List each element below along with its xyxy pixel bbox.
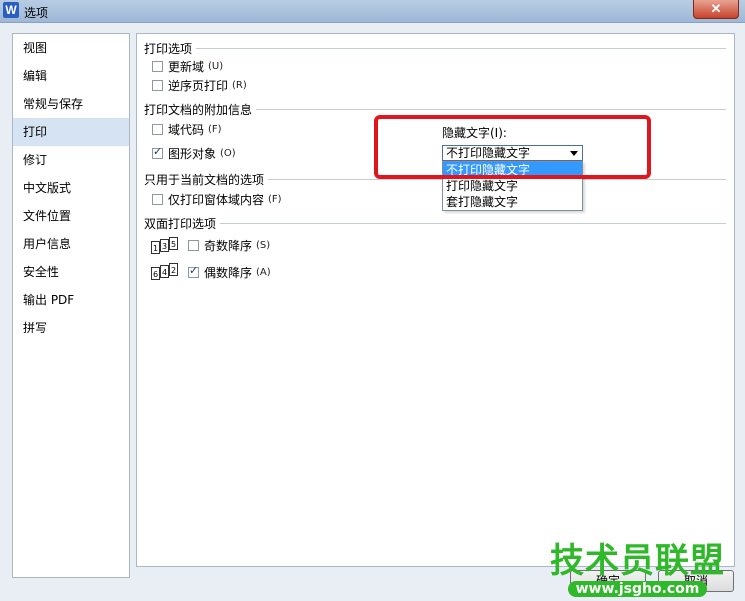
odd-reverse-hotkey: (S) — [256, 239, 271, 251]
group-divider — [144, 48, 726, 49]
even-pages-icon: 6 4 2 — [151, 263, 181, 281]
red-highlight-annotation — [374, 115, 651, 179]
extra-info-heading: 打印文档的附加信息 — [144, 101, 257, 118]
dropdown-option[interactable]: 打印隐藏文字 — [443, 178, 582, 194]
watermark-url: www.jsgho.com — [567, 581, 708, 597]
form-data-only-hotkey: (F) — [268, 193, 282, 205]
odd-reverse-label: 奇数降序 — [204, 238, 253, 253]
even-reverse-checkbox[interactable] — [188, 264, 199, 278]
window-title: 选项 — [24, 6, 49, 20]
odd-reverse-option[interactable]: 奇数降序 (S) — [188, 237, 270, 253]
update-fields-option[interactable]: 更新域 (U) — [152, 58, 223, 74]
nav-item-security[interactable]: 安全性 — [13, 258, 129, 286]
nav-item-export-pdf[interactable]: 输出 PDF — [13, 286, 129, 314]
form-data-only-checkbox[interactable] — [152, 193, 163, 205]
even-reverse-label: 偶数降序 — [204, 265, 253, 280]
odd-pages-icon: 1 3 5 — [151, 237, 181, 255]
field-codes-option[interactable]: 域代码 (F) — [152, 121, 222, 137]
nav-item-edit[interactable]: 编辑 — [13, 62, 129, 90]
drawing-objects-option[interactable]: 图形对象 (O) — [152, 145, 236, 161]
form-data-only-label: 仅打印窗体域内容 — [168, 192, 265, 207]
form-data-only-option[interactable]: 仅打印窗体域内容 (F) — [152, 191, 282, 207]
site-watermark-logo: 技术员联盟 www.jsgho.com — [550, 533, 725, 597]
current-doc-heading: 只用于当前文档的选项 — [144, 171, 269, 188]
field-codes-label: 域代码 — [168, 122, 205, 137]
group-divider — [144, 223, 726, 224]
even-reverse-hotkey: (A) — [256, 266, 271, 278]
update-fields-hotkey: (U) — [208, 60, 224, 72]
options-category-list: 视图 编辑 常规与保存 打印 修订 中文版式 文件位置 用户信息 安全性 输出 … — [12, 33, 130, 578]
nav-item-chinese-layout[interactable]: 中文版式 — [13, 174, 129, 202]
drawing-objects-checkbox[interactable] — [152, 145, 163, 159]
drawing-objects-hotkey: (O) — [220, 147, 236, 159]
drawing-objects-label: 图形对象 — [168, 146, 217, 161]
field-codes-hotkey: (F) — [208, 123, 222, 135]
nav-item-view[interactable]: 视图 — [13, 34, 129, 62]
update-fields-checkbox[interactable] — [152, 60, 163, 72]
reverse-order-checkbox[interactable] — [152, 79, 163, 91]
field-codes-checkbox[interactable] — [152, 123, 163, 135]
nav-item-user-info[interactable]: 用户信息 — [13, 230, 129, 258]
update-fields-label: 更新域 — [168, 59, 205, 74]
print-settings-panel: 打印选项 更新域 (U) 逆序页打印 (R) 打印文档的附加信息 域代码 (F)… — [136, 33, 735, 567]
nav-item-spelling[interactable]: 拼写 — [13, 314, 129, 342]
watermark-title: 技术员联盟 — [550, 541, 725, 581]
even-reverse-option[interactable]: 偶数降序 (A) — [188, 264, 271, 280]
wps-app-icon: W — [3, 2, 19, 18]
reverse-order-hotkey: (R) — [232, 79, 247, 91]
nav-item-print[interactable]: 打印 — [13, 118, 129, 146]
reverse-order-label: 逆序页打印 — [168, 78, 229, 93]
title-bar: W 选项 ✕ — [0, 0, 745, 23]
odd-reverse-checkbox[interactable] — [188, 239, 199, 251]
reverse-order-option[interactable]: 逆序页打印 (R) — [152, 77, 247, 93]
print-options-heading: 打印选项 — [144, 40, 197, 57]
dropdown-option[interactable]: 套打隐藏文字 — [443, 194, 582, 210]
duplex-heading: 双面打印选项 — [144, 215, 221, 232]
close-button[interactable]: ✕ — [693, 0, 739, 19]
nav-item-file-location[interactable]: 文件位置 — [13, 202, 129, 230]
nav-item-revision[interactable]: 修订 — [13, 146, 129, 174]
nav-item-general-save[interactable]: 常规与保存 — [13, 90, 129, 118]
